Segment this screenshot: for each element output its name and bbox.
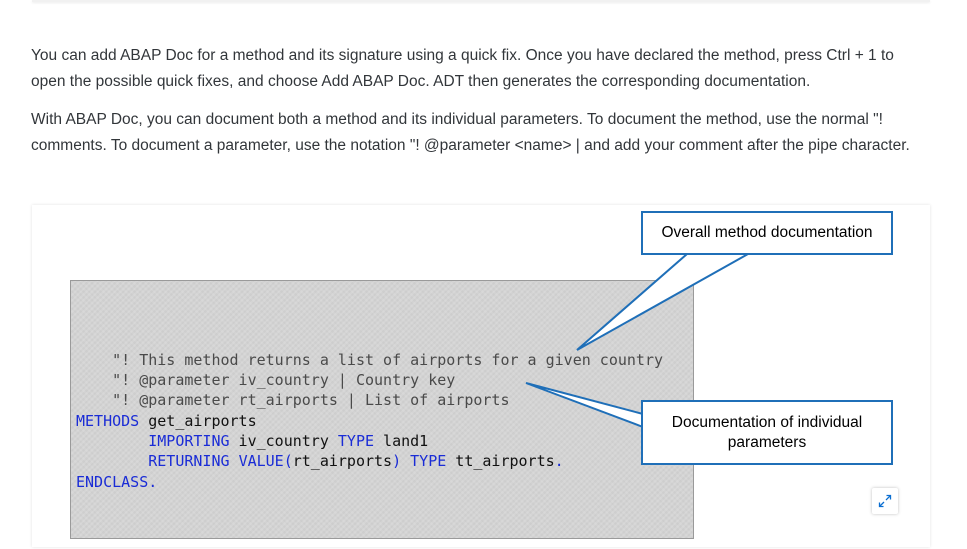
code-type-tt-airports: tt_airports — [446, 452, 555, 470]
code-sample: "! This method returns a list of airport… — [70, 280, 694, 539]
expand-icon — [878, 494, 892, 508]
code-close-paren: ) — [392, 452, 402, 470]
keyword-importing: IMPORTING — [148, 432, 230, 450]
keyword-returning: RETURNING — [148, 452, 230, 470]
paragraph-documenting-parameters: With ABAP Doc, you can document both a m… — [31, 111, 910, 154]
figure-card: "! This method returns a list of airport… — [32, 205, 930, 547]
code-importing-line: IMPORTING iv_country TYPE land1 — [76, 431, 428, 451]
keyword-type: TYPE — [410, 452, 447, 470]
callout-parameter-documentation: Documentation of individual parameters — [641, 400, 893, 465]
code-param-iv-country: iv_country — [229, 432, 338, 450]
code-comment-line-3: "! @parameter rt_airports | List of airp… — [76, 391, 510, 409]
keyword-value: VALUE( — [238, 452, 293, 470]
code-endclass-line: ENDCLASS. — [76, 473, 158, 491]
code-methods-line: METHODS get_airports — [76, 411, 257, 431]
expand-image-button[interactable] — [872, 488, 898, 514]
code-param-rt-airports: rt_airports — [292, 452, 393, 470]
callout-parameter-label-line-2: parameters — [727, 434, 807, 451]
top-divider — [32, 0, 930, 2]
keyword-methods: METHODS — [76, 412, 140, 430]
code-comment-line-2: "! @parameter iv_country | Country key — [76, 371, 456, 389]
code-method-name: get_airports — [139, 412, 257, 430]
callout-method-label: Overall method documentation — [661, 224, 873, 241]
code-comment-line-1: "! This method returns a list of airport… — [76, 351, 663, 369]
paragraph-quick-fix: You can add ABAP Doc for a method and it… — [31, 47, 894, 90]
code-type-land1: land1 — [374, 432, 429, 450]
callout-parameter-label-line-1: Documentation of individual — [671, 414, 863, 431]
callout-method-documentation: Overall method documentation — [641, 211, 893, 255]
code-returning-line: RETURNING VALUE(rt_airports) TYPE tt_air… — [76, 451, 564, 471]
keyword-type: TYPE — [337, 432, 375, 450]
code-period: . — [554, 452, 564, 470]
